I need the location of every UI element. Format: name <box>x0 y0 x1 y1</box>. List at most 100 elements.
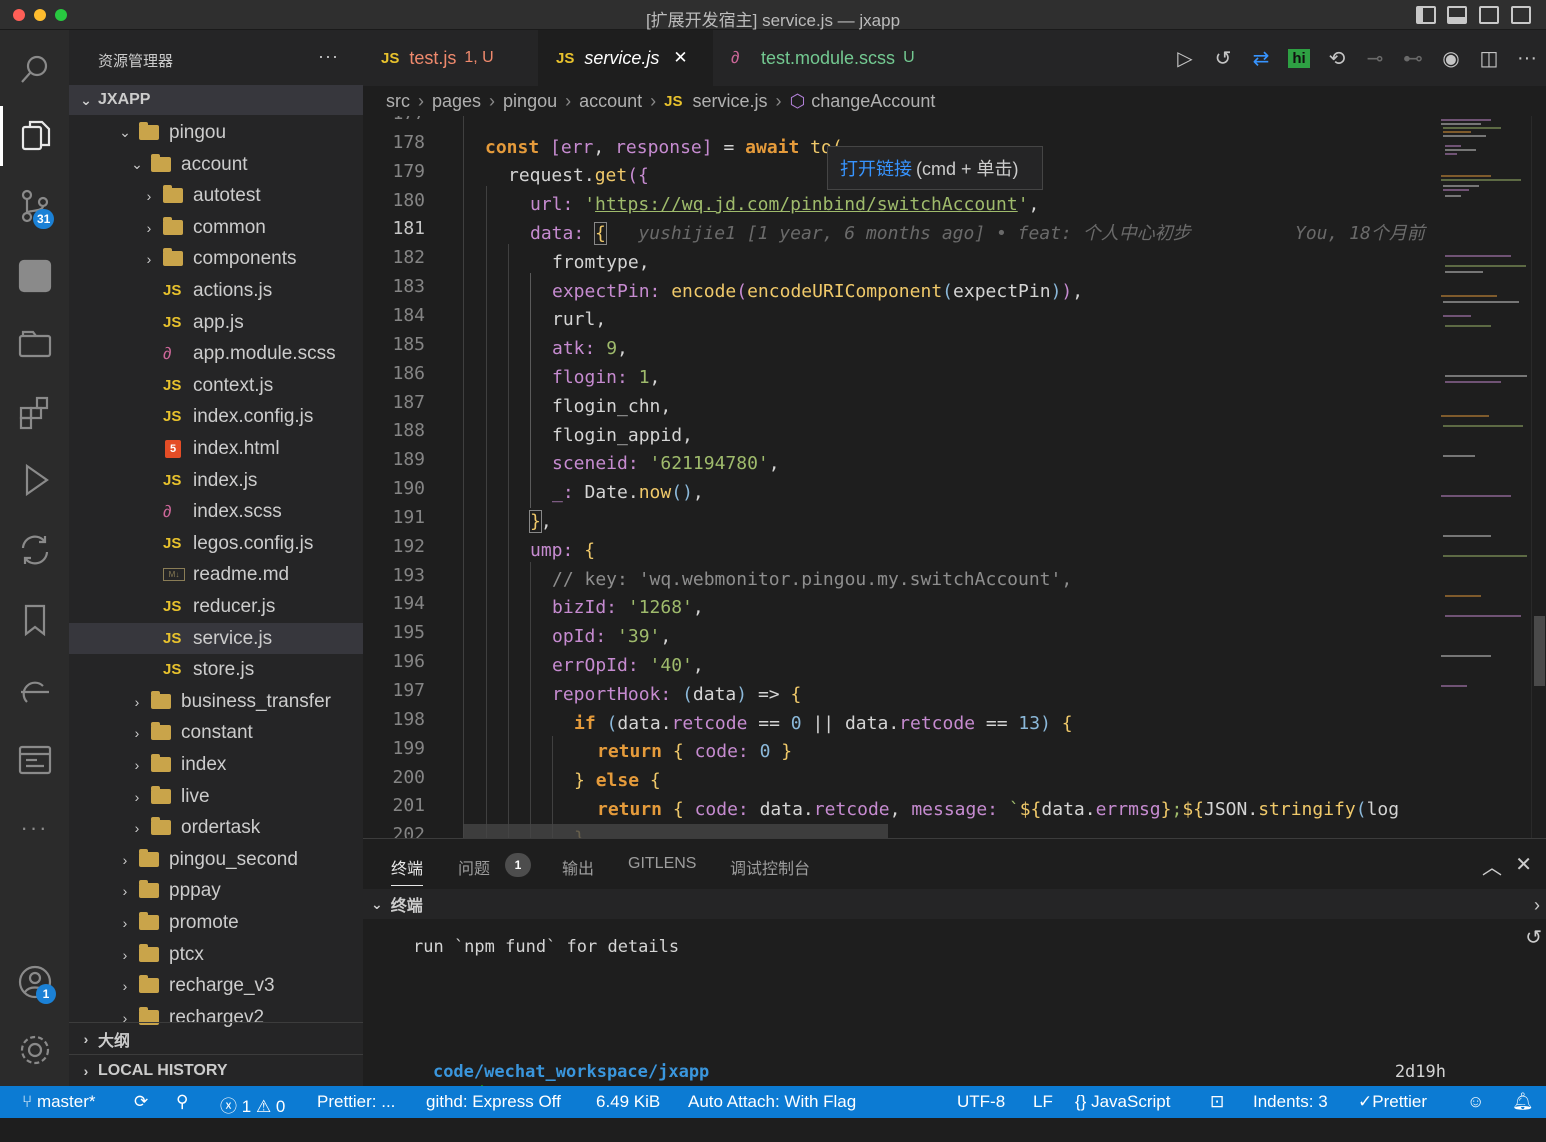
formatter-status[interactable]: ✓Prettier <box>1358 1092 1427 1112</box>
tree-item[interactable]: › autotest <box>69 180 363 211</box>
breadcrumb-item[interactable]: src <box>386 91 410 112</box>
tree-item[interactable]: 5 index.html <box>69 433 363 464</box>
tree-item[interactable]: JS app.js <box>69 307 363 338</box>
maximize-panel-button[interactable]: ︿ <box>1482 851 1502 880</box>
git-diff-activity[interactable] <box>0 520 69 580</box>
tree-item[interactable]: › business_transfer <box>69 686 363 717</box>
code-editor[interactable]: const [err, response] = await to( reques… <box>463 116 1431 838</box>
terminal-toggle-status[interactable]: ⊡ <box>1210 1092 1224 1112</box>
branch-status[interactable]: ⑂ master* <box>22 1092 96 1112</box>
prettier-status[interactable]: Prettier: ... <box>317 1092 395 1112</box>
tree-item[interactable]: JS legos.config.js <box>69 528 363 559</box>
accounts-activity[interactable]: 1 <box>0 952 69 1012</box>
run-debug-activity[interactable] <box>0 450 69 510</box>
customize-layout-icon[interactable] <box>1511 6 1531 24</box>
tree-item[interactable]: › constant <box>69 717 363 748</box>
tree-item[interactable]: › components <box>69 243 363 274</box>
history-icon[interactable]: ↺ <box>1525 925 1542 950</box>
source-control-activity[interactable]: 31 <box>0 176 69 236</box>
tree-item[interactable]: › common <box>69 212 363 243</box>
tab-gitlens[interactable]: GITLENS <box>628 855 696 873</box>
open-link-action[interactable]: 打开链接 <box>840 155 912 181</box>
minimap[interactable] <box>1431 116 1531 838</box>
encoding-status[interactable]: UTF-8 <box>957 1092 1005 1112</box>
eol-status[interactable]: LF <box>1033 1092 1053 1112</box>
file-history-button[interactable]: ↺ <box>1204 30 1242 86</box>
sync-button[interactable]: ⟳ <box>134 1092 148 1112</box>
tree-item[interactable]: JS actions.js <box>69 275 363 306</box>
timeline-activity[interactable] <box>0 660 69 720</box>
toggle-panel-icon[interactable] <box>1447 6 1467 24</box>
hi-extension-activity[interactable] <box>0 246 69 306</box>
tree-item[interactable]: › live <box>69 781 363 812</box>
tree-item[interactable]: JS context.js <box>69 370 363 401</box>
scrollbar-thumb[interactable] <box>1534 616 1545 686</box>
tree-item[interactable]: ⌄ account <box>69 149 363 180</box>
tree-item[interactable]: JS index.js <box>69 465 363 496</box>
tab-output[interactable]: 输出 <box>562 855 594 879</box>
language-status[interactable]: {} JavaScript <box>1075 1092 1170 1112</box>
notifications-button[interactable]: 🔔︎ <box>1512 1092 1534 1112</box>
tree-item[interactable]: › pingou_second <box>69 844 363 875</box>
breadcrumb-item[interactable]: service.js <box>693 91 768 112</box>
bookmarks-activity[interactable] <box>0 590 69 650</box>
breadcrumb-item[interactable]: changeAccount <box>811 91 935 112</box>
next-revision-button[interactable]: ⊷ <box>1394 30 1432 86</box>
vertical-scrollbar[interactable] <box>1531 116 1546 838</box>
terminal-header[interactable]: ⌄ 终端 <box>363 889 1546 919</box>
toggle-secondary-sidebar-icon[interactable] <box>1479 6 1499 24</box>
tab-debug-console[interactable]: 调试控制台 <box>730 855 810 879</box>
auto-attach-status[interactable]: Auto Attach: With Flag <box>688 1092 856 1112</box>
tree-item[interactable]: M↓ readme.md <box>69 559 363 590</box>
git-diff-button[interactable]: ⇄ <box>1242 30 1280 86</box>
more-editor-actions-button[interactable]: ··· <box>1508 30 1546 86</box>
breadcrumb-item[interactable]: pages <box>432 91 481 112</box>
tree-item[interactable]: › promote <box>69 907 363 938</box>
search-activity[interactable] <box>0 40 69 100</box>
tab-problems[interactable]: 问题 <box>458 855 490 879</box>
tree-item[interactable]: ∂ app.module.scss <box>69 338 363 369</box>
problems-status[interactable]: ⓧ 1 ⚠ 0 <box>220 1092 285 1117</box>
open-changes-button[interactable]: ⟲ <box>1318 30 1356 86</box>
feedback-button[interactable]: ☺ <box>1467 1092 1484 1112</box>
tree-item[interactable]: ⌄ pingou <box>69 117 363 148</box>
tree-item[interactable]: › index <box>69 749 363 780</box>
folders-activity[interactable] <box>0 314 69 374</box>
tree-item[interactable]: JS store.js <box>69 654 363 685</box>
hi-button[interactable]: hi <box>1280 30 1318 86</box>
tree-item[interactable]: ∂ index.scss <box>69 496 363 527</box>
tree-item[interactable]: JS reducer.js <box>69 591 363 622</box>
githd-status[interactable]: githd: Express Off <box>426 1092 561 1112</box>
tab-service-js[interactable]: JS service.js ✕ <box>538 30 713 86</box>
manage-activity[interactable] <box>0 1020 69 1080</box>
extensions-activity[interactable] <box>0 382 69 442</box>
gitlens-button[interactable]: ◉ <box>1432 30 1470 86</box>
breadcrumb-item[interactable]: pingou <box>503 91 557 112</box>
tab-test-module-scss[interactable]: ∂ test.module.scss U <box>713 30 943 86</box>
tab-test-js[interactable]: JS test.js 1, U <box>363 30 538 86</box>
git-graph-button[interactable]: ⚲ <box>176 1092 188 1112</box>
indent-status[interactable]: Indents: 3 <box>1253 1092 1328 1112</box>
tree-item[interactable]: › ptcx <box>69 939 363 970</box>
previous-revision-button[interactable]: ⊸ <box>1356 30 1394 86</box>
more-actions-button[interactable]: ··· <box>318 46 339 67</box>
browser-preview-activity[interactable] <box>0 730 69 790</box>
run-button[interactable]: ▷ <box>1166 30 1204 86</box>
close-panel-button[interactable]: ✕ <box>1515 852 1532 877</box>
tree-item[interactable]: › pppay <box>69 875 363 906</box>
tree-item[interactable]: JS service.js <box>69 623 363 654</box>
tree-item[interactable]: › recharge_v3 <box>69 970 363 1001</box>
workspace-root[interactable]: ⌄ JXAPP <box>69 85 363 115</box>
chevron-right-icon[interactable]: › <box>1534 895 1540 916</box>
more-activity[interactable]: ··· <box>0 798 69 858</box>
toggle-sidebar-icon[interactable] <box>1416 6 1436 24</box>
horizontal-scrollbar[interactable] <box>463 824 888 838</box>
outline-section[interactable]: › 大纲 <box>69 1022 363 1054</box>
tab-terminal[interactable]: 终端 <box>391 855 424 886</box>
local-history-section[interactable]: › LOCAL HISTORY <box>69 1054 363 1086</box>
close-tab-button[interactable]: ✕ <box>673 48 687 68</box>
breadcrumb-item[interactable]: account <box>579 91 642 112</box>
tree-item[interactable]: JS index.config.js <box>69 401 363 432</box>
split-editor-button[interactable]: ◫ <box>1470 30 1508 86</box>
explorer-activity[interactable] <box>0 106 69 166</box>
